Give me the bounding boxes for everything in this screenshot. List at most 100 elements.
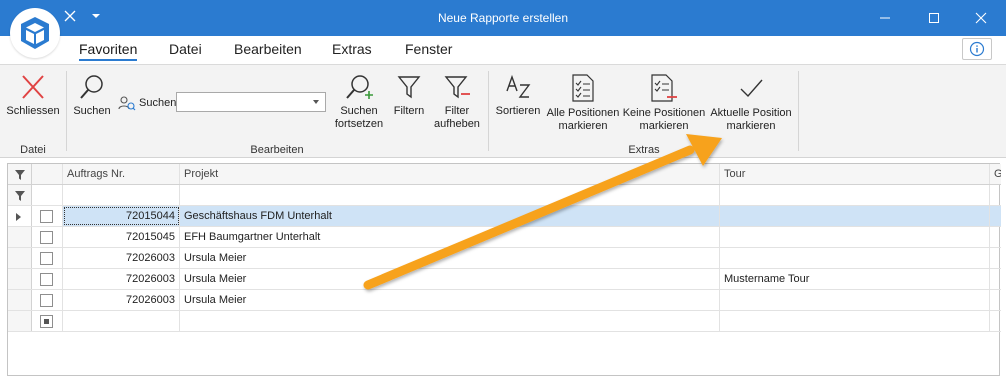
- mark-all-button[interactable]: Alle Positionen markieren: [545, 73, 621, 133]
- close-window-button[interactable]: [958, 0, 1004, 36]
- cell-tour[interactable]: [720, 206, 990, 226]
- cell-projekt[interactable]: Ursula Meier: [180, 269, 720, 289]
- mark-none-label-2: markieren: [639, 120, 689, 132]
- filter-cell-more[interactable]: [990, 185, 1001, 205]
- magnifier-plus-icon: [346, 75, 373, 99]
- filter-button[interactable]: Filtern: [390, 73, 428, 118]
- minimize-icon: [880, 17, 890, 19]
- grid-header-row: Auftrags Nr. Projekt Tour G: [8, 164, 1001, 185]
- column-header-auftrags-nr[interactable]: Auftrags Nr.: [63, 164, 180, 184]
- sort-az-icon: [506, 74, 531, 98]
- mark-current-button[interactable]: Aktuelle Position markieren: [708, 73, 794, 133]
- mark-all-label-1: Alle Positionen: [546, 107, 620, 119]
- table-row[interactable]: 72015045 EFH Baumgartner Unterhalt: [8, 227, 1001, 248]
- funnel-icon: [397, 76, 421, 99]
- search-button-label: Suchen: [73, 105, 111, 117]
- cell-projekt[interactable]: [180, 311, 720, 331]
- header-filter-icon: [15, 170, 25, 180]
- cube-icon: [21, 17, 49, 49]
- tab-bearbeiten[interactable]: Bearbeiten: [234, 41, 302, 57]
- row-checkbox[interactable]: [40, 252, 53, 265]
- cell-more[interactable]: [990, 269, 1001, 289]
- table-row[interactable]: 72026003 Ursula Meier: [8, 290, 1001, 311]
- close-ribbon-button[interactable]: Schliessen: [6, 73, 60, 118]
- row-check-cell[interactable]: [32, 206, 63, 226]
- cell-projekt[interactable]: EFH Baumgartner Unterhalt: [180, 227, 720, 247]
- table-row[interactable]: 72026003 Ursula Meier Mustername Tour: [8, 269, 1001, 290]
- cell-more[interactable]: [990, 290, 1001, 310]
- cell-projekt[interactable]: Geschäftshaus FDM Unterhalt: [180, 206, 720, 226]
- orders-grid[interactable]: Auftrags Nr. Projekt Tour G 72015044 Ges…: [7, 163, 1001, 376]
- header-check-column: [32, 164, 63, 184]
- magnifier-icon: [80, 75, 103, 99]
- column-header-projekt[interactable]: Projekt: [180, 164, 720, 184]
- cell-more[interactable]: [990, 311, 1001, 331]
- filter-cell-projekt[interactable]: [180, 185, 720, 205]
- row-checkbox[interactable]: [40, 231, 53, 244]
- cell-more[interactable]: [990, 206, 1001, 226]
- search-button[interactable]: Suchen: [70, 73, 114, 118]
- cell-auftrags-nr[interactable]: 72026003: [63, 290, 180, 310]
- cell-auftrags-nr[interactable]: 72026003: [63, 269, 180, 289]
- app-logo[interactable]: [10, 8, 60, 58]
- menu-bar: Favoriten Datei Bearbeiten Extras Fenste…: [0, 36, 1006, 64]
- column-header-more[interactable]: G: [990, 164, 1001, 184]
- row-check-cell[interactable]: [32, 248, 63, 268]
- group-separator: [488, 71, 489, 151]
- search-input[interactable]: [176, 92, 326, 112]
- cell-tour[interactable]: [720, 290, 990, 310]
- cell-projekt[interactable]: Ursula Meier: [180, 290, 720, 310]
- row-checkbox[interactable]: [40, 273, 53, 286]
- funnel-remove-icon: [444, 76, 470, 99]
- search-label-text: Suchen: [139, 97, 177, 109]
- select-all-checkbox[interactable]: [40, 315, 53, 328]
- mark-none-button[interactable]: Keine Positionen markieren: [622, 73, 706, 133]
- tab-fenster[interactable]: Fenster: [405, 41, 452, 57]
- header-filter-cell[interactable]: [8, 164, 32, 184]
- filter-cell[interactable]: [32, 185, 63, 205]
- sort-label: Sortieren: [495, 105, 541, 117]
- info-button[interactable]: [962, 38, 992, 60]
- search-dropdown-icon[interactable]: [313, 100, 319, 104]
- cell-tour[interactable]: [720, 248, 990, 268]
- column-header-tour[interactable]: Tour: [720, 164, 990, 184]
- row-indicator: [8, 269, 32, 289]
- cell-more[interactable]: [990, 227, 1001, 247]
- row-indicator: [8, 248, 32, 268]
- row-check-cell[interactable]: [32, 290, 63, 310]
- close-ribbon-label: Schliessen: [6, 105, 60, 117]
- cell-auftrags-nr[interactable]: 72015044: [63, 206, 180, 226]
- clear-filter-button[interactable]: Filter aufheben: [431, 73, 483, 131]
- cell-tour[interactable]: Mustername Tour: [720, 269, 990, 289]
- row-check-cell[interactable]: [32, 227, 63, 247]
- search-field-label: Suchen: [118, 95, 176, 111]
- table-row[interactable]: 72026003 Ursula Meier: [8, 248, 1001, 269]
- row-check-cell[interactable]: [32, 311, 63, 331]
- mark-current-label-2: markieren: [726, 120, 776, 132]
- grid-filter-row[interactable]: [8, 185, 1001, 206]
- new-row[interactable]: [8, 311, 1001, 332]
- filter-cell-tour[interactable]: [720, 185, 990, 205]
- cell-more[interactable]: [990, 248, 1001, 268]
- minimize-button[interactable]: [862, 0, 908, 36]
- tab-extras[interactable]: Extras: [332, 41, 372, 57]
- checklist-all-icon: [572, 74, 594, 102]
- row-check-cell[interactable]: [32, 269, 63, 289]
- cell-tour[interactable]: [720, 227, 990, 247]
- cell-projekt[interactable]: Ursula Meier: [180, 248, 720, 268]
- table-row[interactable]: 72015044 Geschäftshaus FDM Unterhalt: [8, 206, 1001, 227]
- cell-tour[interactable]: [720, 311, 990, 331]
- group-separator: [798, 71, 799, 151]
- row-checkbox[interactable]: [40, 294, 53, 307]
- tab-favoriten[interactable]: Favoriten: [79, 41, 138, 61]
- tab-datei[interactable]: Datei: [169, 41, 202, 57]
- cell-auftrags-nr[interactable]: 72015045: [63, 227, 180, 247]
- cell-auftrags-nr[interactable]: 72026003: [63, 248, 180, 268]
- cell-auftrags-nr[interactable]: [63, 311, 180, 331]
- row-checkbox[interactable]: [40, 210, 53, 223]
- search-continue-button[interactable]: Suchen fortsetzen: [330, 73, 388, 131]
- sort-button[interactable]: Sortieren: [494, 73, 542, 118]
- maximize-button[interactable]: [911, 0, 957, 36]
- group-label-bearbeiten: Bearbeiten: [250, 144, 304, 156]
- filter-cell-nr[interactable]: [63, 185, 180, 205]
